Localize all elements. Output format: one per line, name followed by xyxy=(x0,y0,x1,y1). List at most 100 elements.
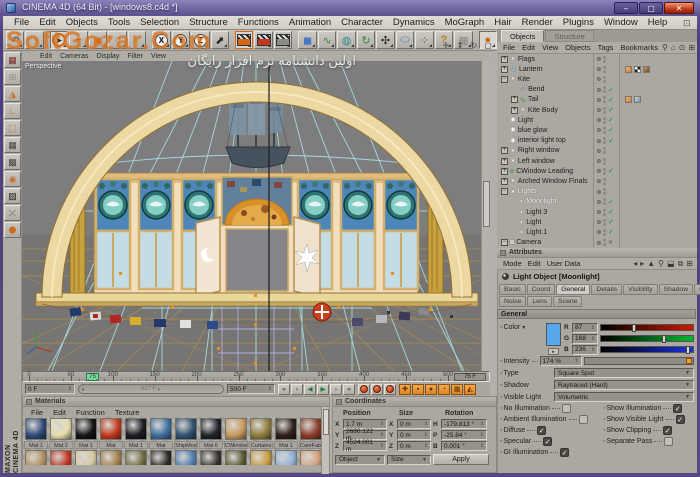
checkbox-checked[interactable]: ✓ xyxy=(675,415,685,424)
channel-slider[interactable] xyxy=(600,346,694,354)
object-menu-objects[interactable]: Objects xyxy=(562,43,593,52)
material-thumbnail[interactable]: Mat 1 xyxy=(74,417,98,449)
interactive-render-region-button[interactable]: ▦ xyxy=(4,52,21,68)
attr-tab-caustics[interactable]: Caustics xyxy=(694,284,700,295)
tag-icons[interactable] xyxy=(625,65,650,73)
menu-plugins[interactable]: Plugins xyxy=(558,17,599,28)
tree-item-kite[interactable]: − ✶ Kite xyxy=(497,74,697,84)
tree-item-blue-glow[interactable]: ✺ blue glow ✓ xyxy=(497,125,697,135)
viewport-scrollbar[interactable] xyxy=(481,61,490,371)
object-menu-bookmarks[interactable]: Bookmarks xyxy=(617,43,661,52)
channel-slider[interactable] xyxy=(600,335,694,343)
checkbox-unchecked[interactable] xyxy=(664,437,674,446)
render-dots-icon[interactable] xyxy=(603,75,606,83)
channel-value-field[interactable]: 87 ⇕ xyxy=(572,322,598,333)
menu-file[interactable]: File xyxy=(9,17,34,28)
material-thumbnail[interactable] xyxy=(224,449,248,465)
tree-item-bend[interactable]: ◠ Bend ✓ xyxy=(497,85,697,95)
menu-functions[interactable]: Functions xyxy=(233,17,284,28)
editor-dot-icon[interactable] xyxy=(597,240,601,245)
add-generator-button[interactable]: ◍ xyxy=(337,31,356,49)
slider-knob[interactable] xyxy=(661,335,666,343)
close-button[interactable]: ✕ xyxy=(664,2,694,14)
visibility-toggles[interactable]: ✓ xyxy=(597,106,614,114)
object-menu-edit[interactable]: Edit xyxy=(519,43,538,52)
current-frame-field[interactable]: 75 F xyxy=(454,373,486,381)
material-thumbnail[interactable] xyxy=(274,449,298,465)
play-backwards-button[interactable]: ◀ xyxy=(304,383,316,395)
editor-dot-icon[interactable] xyxy=(597,220,601,225)
coord-value-field[interactable]: 0 m ⇕ xyxy=(397,430,431,440)
visibility-toggles[interactable]: ✓ xyxy=(597,96,614,104)
tree-item-camera[interactable]: − ◙ Camera ✕ xyxy=(497,238,697,248)
add-modeling-button[interactable]: ↻ xyxy=(356,31,376,49)
tree-item-lantern[interactable]: + ▲ Lantern xyxy=(497,64,697,74)
visibility-toggles[interactable]: ✓ xyxy=(597,208,614,216)
editor-dot-icon[interactable] xyxy=(597,230,601,235)
render-dots-icon[interactable] xyxy=(603,218,606,226)
viewport-zoom-icon[interactable]: ⇕ xyxy=(454,41,466,51)
edges-mode-button[interactable]: ▦ xyxy=(4,137,21,153)
tree-item-light[interactable]: ◐ Light ✓ xyxy=(497,217,697,227)
coord-value-field[interactable]: -25.84 ° ⇕ xyxy=(441,430,487,440)
compare-icon[interactable]: ⧉ xyxy=(678,259,684,269)
slider-knob[interactable] xyxy=(685,346,690,354)
history-back-icon[interactable]: ◂ xyxy=(633,259,637,269)
material-thumbnail[interactable] xyxy=(99,449,123,465)
material-thumbnail[interactable] xyxy=(174,449,198,465)
menu-structure[interactable]: Structure xyxy=(184,17,233,28)
materials-menu-function[interactable]: Function xyxy=(72,408,109,417)
timeline-ruler[interactable]: 75 75 F 0 50 100 150 200 250 300 350 400 450 500 xyxy=(22,371,490,382)
menu-hair[interactable]: Hair xyxy=(489,17,516,28)
render-dots-icon[interactable] xyxy=(603,208,606,216)
render-dots-icon[interactable] xyxy=(603,157,606,165)
menu-edit[interactable]: Edit xyxy=(34,17,60,28)
tab-structure[interactable]: Structure xyxy=(545,30,594,42)
menu-animation[interactable]: Animation xyxy=(284,17,336,28)
home-icon[interactable]: ⌂ xyxy=(671,43,676,52)
keyframe-presets-button[interactable]: ▦ xyxy=(451,383,463,395)
visible-light-dropdown[interactable]: Volumetric ▼ xyxy=(554,392,694,402)
visibility-toggles[interactable]: ✓ xyxy=(597,198,614,206)
tree-item-arched-window-finals[interactable]: + ✶ Arched Window Finals xyxy=(497,176,697,186)
coord-value-field[interactable]: 0 m ⇕ xyxy=(397,419,431,429)
editor-dot-icon[interactable] xyxy=(597,210,601,215)
channel-value-field[interactable]: 168 ⇕ xyxy=(572,333,598,344)
render-dots-icon[interactable] xyxy=(603,96,606,104)
color-swatch[interactable] xyxy=(546,323,561,346)
material-thumbnail[interactable] xyxy=(124,449,148,465)
render-dots-icon[interactable] xyxy=(603,228,606,236)
attr-tab-coord[interactable]: Coord xyxy=(526,284,556,295)
editor-dot-icon[interactable] xyxy=(597,199,601,204)
material-thumbnail[interactable] xyxy=(24,449,48,465)
materials-menu-texture[interactable]: Texture xyxy=(111,408,144,417)
tree-item-left-window[interactable]: + ✶ Left window xyxy=(497,156,697,166)
visibility-toggles[interactable] xyxy=(597,147,606,155)
editor-dot-icon[interactable] xyxy=(597,189,601,194)
material-thumbnail[interactable] xyxy=(199,449,223,465)
visibility-toggles[interactable] xyxy=(597,177,606,185)
editor-dot-icon[interactable] xyxy=(597,118,601,123)
render-dots-icon[interactable] xyxy=(603,86,606,94)
visibility-toggles[interactable] xyxy=(597,55,606,63)
visibility-toggles[interactable] xyxy=(597,75,606,83)
checkbox-checked[interactable]: ✓ xyxy=(560,448,570,457)
render-dots-icon[interactable] xyxy=(603,177,606,185)
lock-z-axis-button[interactable]: Z xyxy=(191,31,210,49)
object-axis-mode-button[interactable]: ∟ xyxy=(4,103,21,119)
menu-dynamics[interactable]: Dynamics xyxy=(388,17,440,28)
search-icon[interactable]: ⚲ xyxy=(662,43,668,52)
record-scale-button[interactable] xyxy=(371,383,383,395)
expand-icon[interactable]: + xyxy=(511,106,518,114)
tree-item-flags[interactable]: + ✶ Flags xyxy=(497,54,697,64)
visibility-toggles[interactable]: ✓ xyxy=(597,218,614,226)
add-environment-button[interactable]: ⬭ xyxy=(395,31,415,49)
texture-axis-mode-button[interactable]: ▨ xyxy=(4,188,21,204)
materials-title-bar[interactable]: Materials xyxy=(23,397,329,407)
viewport-rotate-icon[interactable]: ↻ xyxy=(468,41,480,51)
visibility-toggles[interactable]: ✓ xyxy=(597,228,614,236)
attr-tab-scene[interactable]: Scene xyxy=(553,296,583,307)
color-picker-button[interactable]: ▸ xyxy=(548,348,559,355)
playback-clock-button[interactable]: ◔ xyxy=(438,383,450,395)
object-menu-view[interactable]: View xyxy=(539,43,561,52)
